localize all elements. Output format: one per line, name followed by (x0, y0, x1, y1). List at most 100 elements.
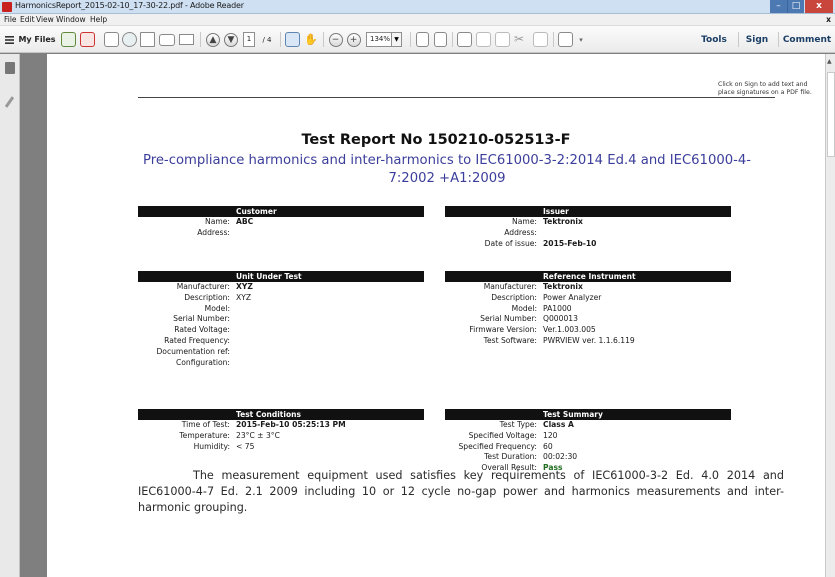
tools-button[interactable]: Tools (700, 31, 728, 48)
scroll-thumb[interactable] (827, 72, 835, 157)
field-label: Time of Test: (181, 420, 230, 429)
scroll-up-icon[interactable]: ▲ (827, 58, 832, 65)
open-file-icon[interactable] (79, 31, 96, 48)
hamburger-menu-icon[interactable] (4, 31, 14, 48)
navigation-pane (0, 54, 20, 577)
next-page-icon[interactable]: ▼ (223, 31, 239, 48)
zoom-level-input[interactable]: 134% ▼ (365, 31, 403, 48)
previous-page-icon[interactable]: ▲ (205, 31, 221, 48)
field-value: PWRVIEW ver. 1.1.6.119 (543, 335, 635, 345)
zoom-in-icon[interactable]: + (345, 31, 362, 48)
fit-page-icon[interactable] (432, 31, 449, 48)
cut-icon[interactable]: ✂ (513, 31, 530, 48)
field-label: Manufacturer: (176, 282, 230, 291)
field-label: Serial Number: (173, 314, 230, 324)
field-value: PA1000 (543, 303, 572, 313)
field-value: Class A (543, 420, 574, 429)
field-label: Model: (204, 303, 230, 313)
menu-window[interactable]: Window (56, 14, 86, 26)
menu-edit[interactable]: Edit (20, 14, 35, 26)
sign-button[interactable]: Sign (743, 31, 771, 48)
page-thumbnails-icon[interactable] (5, 62, 15, 74)
comment-note-icon[interactable] (456, 31, 473, 48)
toolbar-separator (280, 32, 281, 47)
page-total: / 4 (262, 35, 272, 44)
field-label: Manufacturer: (483, 282, 537, 291)
menu-help[interactable]: Help (90, 14, 107, 26)
toolbar-separator (323, 32, 324, 47)
signatures-pen-icon[interactable] (4, 96, 15, 108)
table-row: Model: PA1000 (445, 304, 731, 315)
redo-icon[interactable] (494, 31, 511, 48)
header-rule (138, 97, 775, 98)
table-row: Specified Voltage: 120 (445, 431, 731, 442)
fit-width-icon[interactable] (414, 31, 431, 48)
table-row: Test Type: Class A (445, 420, 731, 431)
toolbar-separator (200, 32, 201, 47)
close-button[interactable]: x (805, 0, 833, 13)
window-title-bar: HarmonicsReport_2015-02-10_17-30-22.pdf … (0, 0, 835, 14)
copy-icon[interactable] (532, 31, 549, 48)
toolbar-separator (452, 32, 453, 47)
unit-under-test-section: Unit Under Test Manufacturer: XYZ Descrip… (138, 271, 424, 368)
table-row: Name: ABC (138, 217, 424, 228)
table-row: Date of issue: 2015-Feb-10 (445, 239, 731, 250)
field-value: 60 (543, 441, 553, 451)
table-row: Description: Power Analyzer (445, 293, 731, 304)
zoom-out-icon[interactable]: − (327, 31, 344, 48)
email-icon[interactable] (178, 31, 195, 48)
customize-toolbar-icon[interactable]: ▾ (576, 31, 586, 48)
field-value: < 75 (236, 441, 255, 451)
section-header: Test Summary (445, 409, 731, 420)
toolbar-separator (778, 32, 779, 47)
field-label: Model: (511, 303, 537, 313)
table-row: Time of Test: 2015-Feb-10 05:25:13 PM (138, 420, 424, 431)
field-label: Name: (512, 217, 537, 226)
comment-button[interactable]: Comment (782, 31, 832, 48)
hand-tool-icon[interactable]: ✋ (303, 31, 320, 48)
field-value: 120 (543, 430, 558, 440)
close-document-icon[interactable]: x (826, 14, 831, 26)
page-number-input[interactable]: 1 (241, 31, 257, 48)
section-header: Test Conditions (138, 409, 424, 420)
my-files-button[interactable]: My Files (18, 31, 56, 48)
field-label: Rated Frequency: (164, 335, 230, 345)
section-header: Unit Under Test (138, 271, 424, 282)
body-paragraph: The measurement equipment used satisfies… (138, 469, 784, 514)
maximize-button[interactable]: □ (787, 0, 804, 13)
field-label: Rated Voltage: (174, 325, 230, 335)
field-label: Test Duration: (484, 452, 537, 462)
toolbar: My Files ▲ ▼ 1 / 4 ✋ − + 134% ▼ ✂ ▾ Tools… (0, 26, 835, 53)
field-label: Name: (205, 217, 230, 226)
edit-pdf-icon[interactable] (103, 31, 120, 48)
field-label: Address: (504, 227, 537, 237)
field-value: 2015-Feb-10 05:25:13 PM (236, 420, 346, 429)
create-pdf-icon[interactable] (60, 31, 77, 48)
field-value: Tektronix (543, 217, 583, 226)
menu-view[interactable]: View (36, 14, 54, 26)
cloud-upload-icon[interactable] (121, 31, 138, 48)
report-title: Test Report No 150210-052513-F (301, 132, 571, 148)
select-tool-icon[interactable] (284, 31, 301, 48)
vertical-scrollbar[interactable]: ▲ (825, 54, 835, 577)
chevron-down-icon[interactable]: ▼ (392, 32, 402, 47)
test-summary-section: Test Summary Test Type: Class A Specified… (445, 409, 731, 474)
field-value: Ver.1.003.005 (543, 325, 596, 335)
save-icon[interactable] (139, 31, 156, 48)
field-label: Test Software: (483, 335, 537, 345)
print-icon[interactable] (158, 31, 176, 48)
menu-file[interactable]: File (4, 14, 17, 26)
fullscreen-icon[interactable] (557, 31, 574, 48)
field-value: 00:02:30 (543, 452, 578, 462)
table-row: Serial Number: (138, 314, 424, 325)
table-row: Humidity: < 75 (138, 442, 424, 453)
table-row: Specified Frequency: 60 (445, 442, 731, 453)
test-conditions-section: Test Conditions Time of Test: 2015-Feb-10… (138, 409, 424, 452)
table-row: Description: XYZ (138, 293, 424, 304)
minimize-button[interactable]: – (770, 0, 787, 13)
field-label: Firmware Version: (469, 325, 537, 335)
field-label: Documentation ref: (156, 346, 230, 356)
undo-icon[interactable] (475, 31, 492, 48)
toolbar-separator (553, 32, 554, 47)
reference-instrument-section: Reference Instrument Manufacturer: Tektro… (445, 271, 731, 347)
